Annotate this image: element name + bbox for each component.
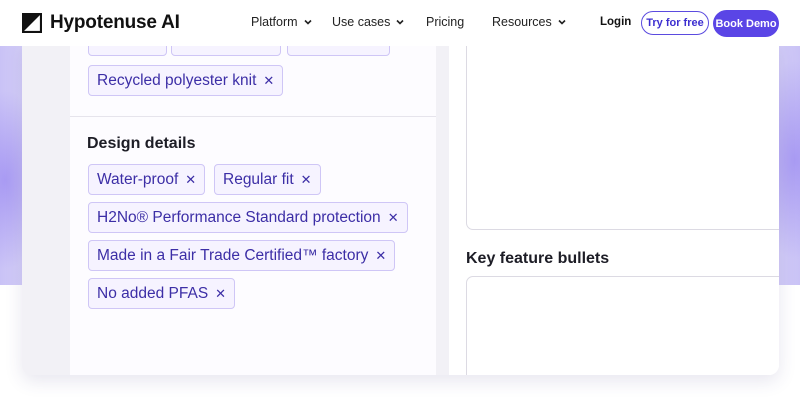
- tag-label: Made in a Fair Trade Certified™ factory: [97, 246, 369, 264]
- tag-no-added-pfas[interactable]: No added PFAS ✕: [88, 278, 236, 309]
- tag-h2no-protection[interactable]: H2No® Performance Standard protection ✕: [88, 202, 408, 233]
- section-divider: [70, 116, 436, 117]
- nav-label: Resources: [492, 15, 552, 29]
- tag-label: Regular fit: [223, 170, 294, 188]
- key-feature-bullets-textarea[interactable]: [466, 276, 779, 375]
- tag-label: Recycled polyester knit: [97, 71, 257, 89]
- close-icon[interactable]: ✕: [375, 249, 386, 262]
- nav-use-cases[interactable]: Use cases: [332, 15, 404, 29]
- close-icon[interactable]: ✕: [388, 211, 399, 224]
- tag-label: H2No® Performance Standard protection: [97, 208, 381, 226]
- key-feature-bullets-title: Key feature bullets: [466, 250, 610, 267]
- close-icon[interactable]: ✕: [185, 173, 196, 186]
- close-icon[interactable]: ✕: [263, 74, 274, 87]
- tag-label: Water-proof: [97, 170, 179, 188]
- tag-label: No added PFAS: [97, 284, 209, 302]
- book-demo-button[interactable]: Book Demo: [713, 10, 779, 37]
- tag-recycled-polyester-knit[interactable]: Recycled polyester knit ✕: [88, 65, 284, 96]
- login-link[interactable]: Login: [600, 16, 631, 28]
- chevron-down-icon: [303, 19, 312, 25]
- product-screenshot-card: Fabric ✕ Membrane ✕ Denier 30 ✕ Recycled…: [22, 40, 779, 375]
- close-icon[interactable]: ✕: [215, 287, 226, 300]
- design-details-title: Design details: [87, 135, 196, 152]
- nav-resources[interactable]: Resources: [492, 15, 566, 29]
- close-icon[interactable]: ✕: [301, 173, 312, 186]
- output-panel: Key feature bullets: [449, 40, 779, 375]
- chevron-down-icon: [558, 19, 566, 25]
- tag-water-proof[interactable]: Water-proof ✕: [88, 164, 206, 195]
- nav-platform[interactable]: Platform: [251, 15, 312, 29]
- description-textarea[interactable]: [466, 40, 779, 230]
- tag-regular-fit[interactable]: Regular fit ✕: [214, 164, 321, 195]
- try-for-free-button[interactable]: Try for free: [641, 11, 709, 35]
- panel-gap: [436, 40, 449, 375]
- nav-label: Pricing: [426, 15, 465, 29]
- tag-fair-trade-factory[interactable]: Made in a Fair Trade Certified™ factory …: [88, 240, 396, 271]
- chevron-down-icon: [396, 19, 404, 25]
- nav-label: Platform: [251, 15, 298, 29]
- nav-label: Use cases: [332, 15, 391, 29]
- top-navbar: Hypotenuse AI Platform Use cases Pricing…: [0, 0, 800, 46]
- nav-pricing[interactable]: Pricing: [426, 15, 464, 29]
